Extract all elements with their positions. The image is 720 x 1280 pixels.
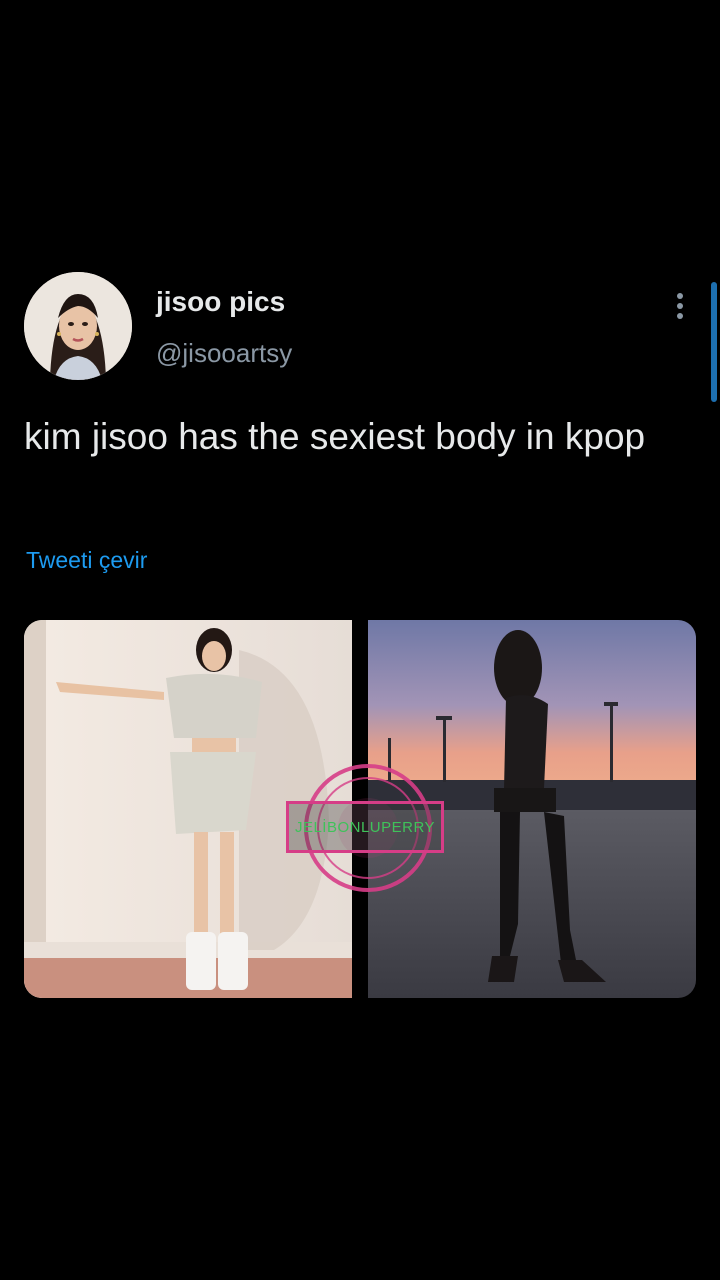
more-vertical-icon [677,293,683,319]
media-photo-right[interactable] [368,620,696,998]
translate-tweet-link[interactable]: Tweeti çevir [26,547,147,574]
avatar[interactable] [24,272,132,380]
tweet-screen: jisoo pics @jisooartsy kim jisoo has the… [0,0,720,1280]
author-handle[interactable]: @jisooartsy [156,338,292,369]
author-display-name[interactable]: jisoo pics [156,286,285,318]
tweet-header: jisoo pics @jisooartsy [24,272,704,382]
tweet-media-grid [24,620,696,998]
scroll-indicator[interactable] [711,282,717,402]
tweet-text: kim jisoo has the sexiest body in kpop [24,416,646,457]
photo-left-image [24,620,352,998]
avatar-image [24,272,132,380]
more-options-button[interactable] [668,288,692,324]
photo-right-image [368,620,696,998]
media-photo-left[interactable] [24,620,352,998]
